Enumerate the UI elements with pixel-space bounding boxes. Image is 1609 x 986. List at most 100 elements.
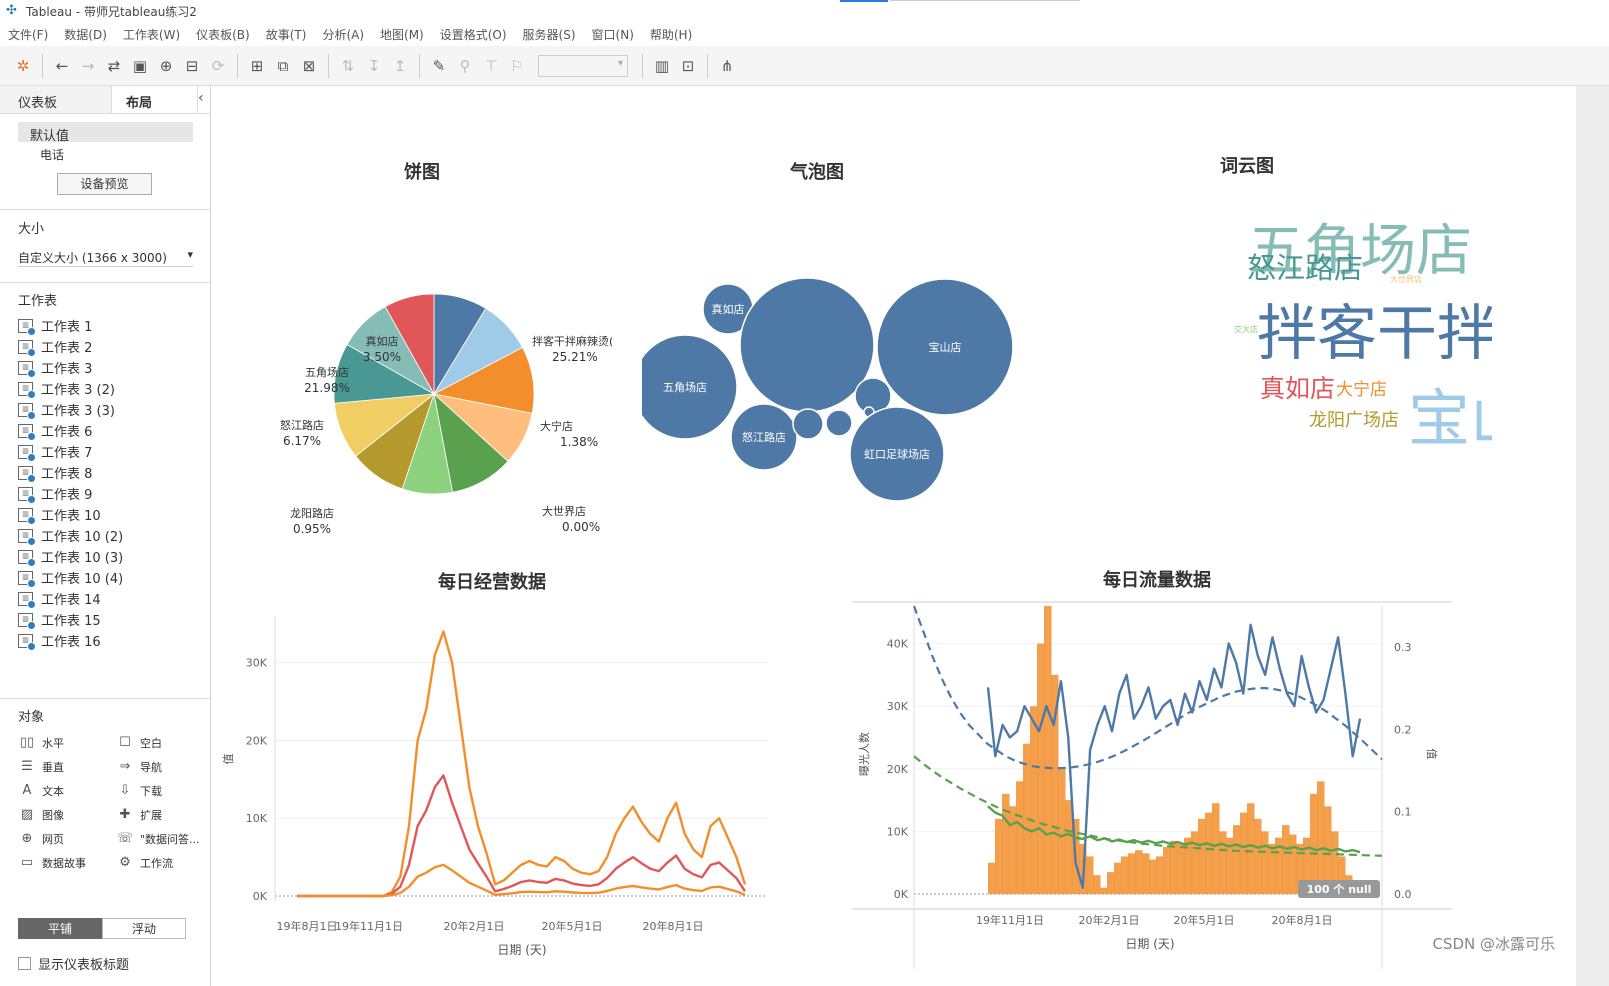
- tiled-button[interactable]: 平铺: [18, 918, 102, 939]
- group-icon[interactable]: ⚲: [452, 53, 478, 79]
- object-webpage[interactable]: ⊕ 网页: [18, 829, 116, 848]
- sheet-item[interactable]: ▥ 工作表 10 (2): [0, 525, 211, 546]
- swap-axes-icon[interactable]: ⇅: [335, 53, 361, 79]
- bubble-chart[interactable]: 真如店宝山店五角场店怒江路店虹口足球场店: [642, 266, 1032, 516]
- bar[interactable]: [1093, 875, 1101, 894]
- device-preview-button[interactable]: 设备预览: [57, 173, 152, 195]
- sheet-item[interactable]: ▥ 工作表 8: [0, 462, 211, 483]
- tableau-home-icon[interactable]: ✲: [10, 53, 36, 79]
- bar[interactable]: [1058, 768, 1066, 894]
- sheet-item[interactable]: ▥ 工作表 3: [0, 357, 211, 378]
- show-me-icon[interactable]: ▥: [649, 53, 675, 79]
- bar[interactable]: [1009, 806, 1017, 894]
- object-extension[interactable]: ✚ 扩展: [116, 805, 214, 824]
- daily-traffic-dual-chart[interactable]: 0K 10K 20K 30K 40K 0.0 0.1 0.2 0.3 曝光人数 值 19年11月1日 2…: [852, 594, 1472, 974]
- sheet-item[interactable]: ▥ 工作表 2: [0, 336, 211, 357]
- new-datasource-icon[interactable]: ⊕: [153, 53, 179, 79]
- menu-window[interactable]: 窗口(N): [584, 24, 642, 44]
- show-title-option[interactable]: 显示仪表板标题: [18, 954, 129, 973]
- bar[interactable]: [1317, 781, 1325, 894]
- tab-dashboard[interactable]: 仪表板: [0, 86, 112, 113]
- line-series[interactable]: [297, 863, 746, 898]
- bar[interactable]: [1030, 706, 1038, 894]
- wordcloud-chart[interactable]: 虹口足球场店五角场店怒江路店大世界店交大店拌客干拌麻辣..真如店大宁店龙阳路店龙…: [1012, 174, 1492, 474]
- bubble[interactable]: [792, 408, 824, 440]
- object-data-story[interactable]: ▭ 数据故事: [18, 853, 116, 872]
- object-image[interactable]: ▨ 图像: [18, 805, 116, 824]
- bar[interactable]: [1037, 643, 1045, 894]
- object-navigation[interactable]: ⇒ 导航: [116, 757, 214, 776]
- bar[interactable]: [995, 818, 1003, 894]
- bar[interactable]: [1121, 856, 1129, 894]
- sheet-item[interactable]: ▥ 工作表 6: [0, 420, 211, 441]
- share-icon[interactable]: ⋔: [714, 53, 740, 79]
- new-sheet-icon[interactable]: ⊞: [244, 53, 270, 79]
- bar[interactable]: [1261, 831, 1269, 894]
- line-series[interactable]: [297, 774, 747, 898]
- bar[interactable]: [1086, 856, 1094, 894]
- menu-story[interactable]: 故事(T): [258, 24, 315, 44]
- bar[interactable]: [1163, 847, 1171, 894]
- object-download[interactable]: ⇩ 下载: [116, 781, 214, 800]
- bar[interactable]: [1247, 803, 1255, 894]
- bar[interactable]: [1219, 831, 1227, 894]
- object-workflow[interactable]: ⚙ 工作流: [116, 853, 214, 872]
- bar[interactable]: [1128, 853, 1136, 894]
- bar[interactable]: [1149, 859, 1157, 894]
- menu-format[interactable]: 设置格式(O): [432, 24, 515, 44]
- bar[interactable]: [1191, 831, 1199, 894]
- sheet-item[interactable]: ▥ 工作表 10 (3): [0, 546, 211, 567]
- collapse-panel-icon[interactable]: ‹: [198, 86, 210, 113]
- menu-data[interactable]: 数据(D): [56, 24, 115, 44]
- swap-icon[interactable]: ⇄: [101, 53, 127, 79]
- menu-file[interactable]: 文件(F): [0, 24, 56, 44]
- sort-desc-icon[interactable]: ↥: [387, 53, 413, 79]
- menu-server[interactable]: 服务器(S): [515, 24, 584, 44]
- fit-dropdown[interactable]: [538, 54, 628, 77]
- bar[interactable]: [1184, 837, 1192, 894]
- sheet-item[interactable]: ▥ 工作表 7: [0, 441, 211, 462]
- bar[interactable]: [1198, 818, 1206, 894]
- size-select[interactable]: 自定义大小 (1366 x 3000): [18, 245, 193, 267]
- pin-icon[interactable]: ⚐: [504, 53, 530, 79]
- menu-help[interactable]: 帮助(H): [642, 24, 700, 44]
- bar[interactable]: [1233, 825, 1241, 894]
- refresh-icon[interactable]: ⟳: [205, 53, 231, 79]
- object-text[interactable]: A 文本: [18, 781, 116, 800]
- clear-sheet-icon[interactable]: ⊠: [296, 53, 322, 79]
- bubble[interactable]: [739, 277, 875, 413]
- show-title-checkbox[interactable]: [18, 957, 31, 970]
- object-horizontal[interactable]: ▯▯ 水平: [18, 733, 116, 752]
- device-default[interactable]: 默认值: [18, 122, 193, 144]
- bar[interactable]: [1177, 843, 1185, 894]
- bar[interactable]: [1065, 800, 1073, 894]
- sheet-item[interactable]: ▥ 工作表 9: [0, 483, 211, 504]
- bar[interactable]: [1240, 812, 1248, 894]
- sheet-item[interactable]: ▥ 工作表 3 (3): [0, 399, 211, 420]
- menu-dashboard[interactable]: 仪表板(B): [188, 24, 258, 44]
- floating-button[interactable]: 浮动: [102, 918, 186, 939]
- highlight-icon[interactable]: ✎: [426, 53, 452, 79]
- bar[interactable]: [1156, 856, 1164, 894]
- object-ask-data[interactable]: ☏ "数据问答...: [116, 829, 214, 848]
- menu-worksheet[interactable]: 工作表(W): [115, 24, 188, 44]
- menu-analysis[interactable]: 分析(A): [314, 24, 372, 44]
- bar[interactable]: [1114, 862, 1122, 894]
- object-blank[interactable]: ☐ 空白: [116, 733, 214, 752]
- bar[interactable]: [988, 862, 996, 894]
- object-vertical[interactable]: ☰ 垂直: [18, 757, 116, 776]
- bar[interactable]: [1289, 834, 1297, 894]
- save-icon[interactable]: ▣: [127, 53, 153, 79]
- sheet-item[interactable]: ▥ 工作表 10 (4): [0, 567, 211, 588]
- sheet-item[interactable]: ▥ 工作表 16: [0, 630, 211, 651]
- bar[interactable]: [1254, 818, 1262, 894]
- device-phone[interactable]: 电话: [0, 142, 211, 163]
- sort-asc-icon[interactable]: ↧: [361, 53, 387, 79]
- daily-ops-line-chart[interactable]: 0K 10K 20K 30K 值 19年8月1日19年11月1日 20年2月1日 20年5月1…: [212, 596, 792, 971]
- bar[interactable]: [1107, 872, 1115, 894]
- sheet-item[interactable]: ▥ 工作表 1: [0, 315, 211, 336]
- bubble[interactable]: [825, 409, 853, 437]
- bar[interactable]: [1310, 793, 1318, 894]
- sheet-item[interactable]: ▥ 工作表 15: [0, 609, 211, 630]
- bar[interactable]: [1016, 781, 1024, 894]
